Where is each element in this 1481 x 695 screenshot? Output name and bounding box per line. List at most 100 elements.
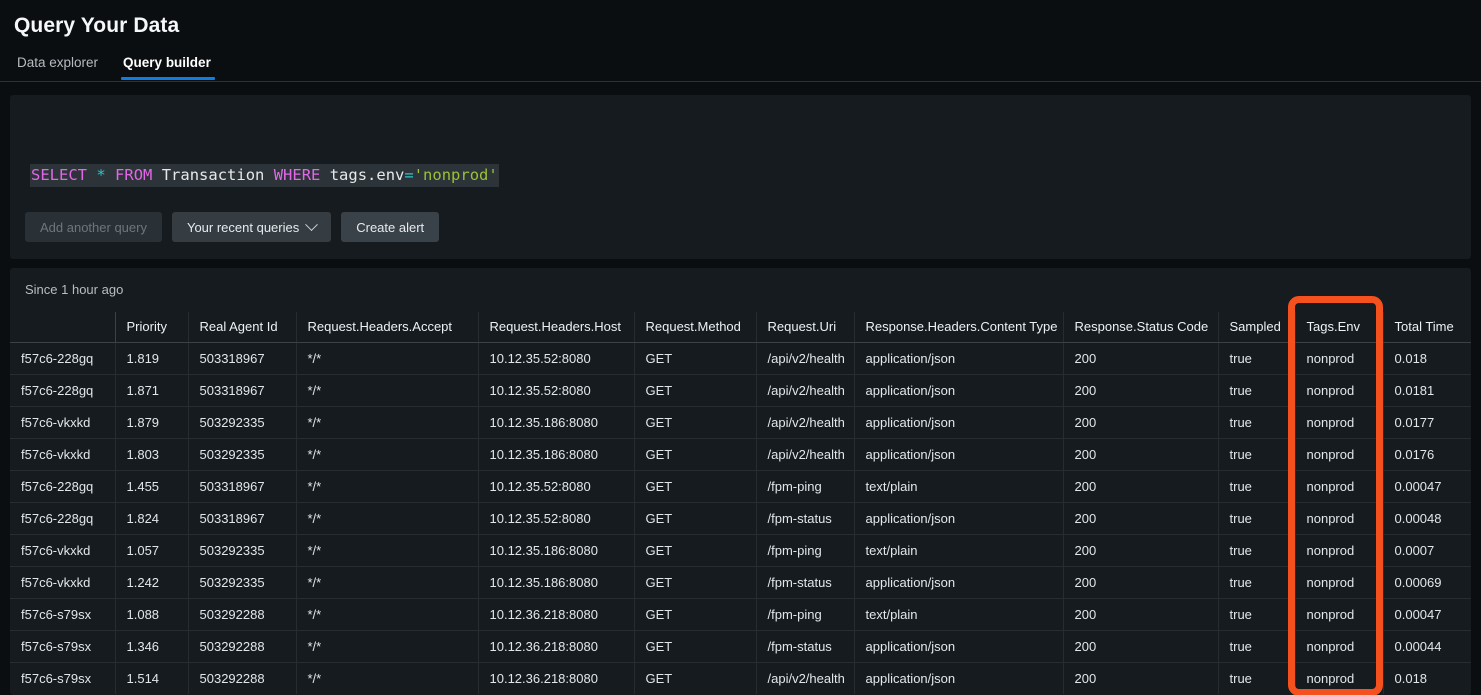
app-root: Query Your Data Data explorer Query buil… [0, 0, 1481, 695]
table-cell: 10.12.35.52:8080 [478, 342, 635, 375]
query-token-keyword: WHERE [273, 166, 321, 184]
table-cell: */* [296, 662, 479, 694]
table-cell: */* [296, 630, 479, 663]
table-cell: true [1218, 662, 1296, 694]
table-cell: true [1218, 566, 1296, 599]
table-cell: nonprod [1295, 662, 1384, 694]
table-cell: 1.088 [115, 598, 189, 631]
column-header-total-time[interactable]: Total Time [1383, 312, 1471, 343]
table-cell: /api/v2/health [756, 438, 855, 471]
table-cell: f57c6-228gq [10, 470, 116, 503]
table-cell: 503292335 [188, 438, 297, 471]
table-cell: 1.242 [115, 566, 189, 599]
table-row[interactable]: f57c6-vkxkd 1.057 503292335 */* 10.12.35.186… [10, 534, 1471, 567]
query-actions: Add another query Your recent queries Cr… [25, 212, 440, 242]
table-row[interactable]: f57c6-228gq 1.824 503318967 */* 10.12.35.52:… [10, 502, 1471, 535]
table-cell: f57c6-s79sx [10, 662, 116, 694]
table-cell: */* [296, 406, 479, 439]
table-cell: 503292288 [188, 662, 297, 694]
column-header-priority[interactable]: Priority [115, 312, 189, 343]
recent-queries-button[interactable]: Your recent queries [171, 212, 332, 242]
table-row[interactable]: f57c6-vkxkd 1.803 503292335 */* 10.12.35.186… [10, 438, 1471, 471]
table-cell: 200 [1063, 406, 1219, 439]
table-cell: f57c6-228gq [10, 342, 116, 375]
column-header-tags-env[interactable]: Tags.Env [1295, 312, 1384, 343]
table-row[interactable]: f57c6-s79sx 1.088 503292288 */* 10.12.36.218… [10, 598, 1471, 631]
query-token-plain [106, 166, 115, 184]
table-cell: 200 [1063, 502, 1219, 535]
add-another-query-button[interactable]: Add another query [25, 212, 162, 242]
query-token-string: 'nonprod' [413, 166, 498, 184]
column-header-response-headers-content-type[interactable]: Response.Headers.Content Type [854, 312, 1064, 343]
tab-data-explorer[interactable]: Data explorer [17, 55, 112, 79]
table-cell: GET [634, 662, 757, 694]
table-row[interactable]: f57c6-s79sx 1.346 503292288 */* 10.12.36.218… [10, 630, 1471, 663]
table-cell: 10.12.35.186:8080 [478, 406, 635, 439]
table-cell: 0.018 [1383, 342, 1471, 375]
table-cell: /api/v2/health [756, 342, 855, 375]
table-cell: */* [296, 470, 479, 503]
table-cell: true [1218, 406, 1296, 439]
table-row[interactable]: f57c6-s79sx 1.514 503292288 */* 10.12.36.218… [10, 662, 1471, 694]
table-cell: application/json [854, 630, 1064, 663]
table-cell: nonprod [1295, 630, 1384, 663]
table-cell: true [1218, 502, 1296, 535]
results-table-wrapper: Priority Real Agent Id Request.Headers.Acc… [10, 312, 1471, 694]
column-header-request-headers-host[interactable]: Request.Headers.Host [478, 312, 635, 343]
column-header-request-method[interactable]: Request.Method [634, 312, 757, 343]
table-cell: 10.12.35.186:8080 [478, 438, 635, 471]
table-cell: /fpm-ping [756, 598, 855, 631]
results-table: Priority Real Agent Id Request.Headers.Acc… [10, 312, 1471, 694]
table-cell: true [1218, 342, 1296, 375]
column-header-blank[interactable] [10, 312, 116, 343]
table-cell: 503292335 [188, 406, 297, 439]
create-alert-button[interactable]: Create alert [341, 212, 440, 242]
table-cell: nonprod [1295, 374, 1384, 407]
chevron-down-icon [305, 217, 319, 231]
table-cell: 10.12.35.52:8080 [478, 502, 635, 535]
column-header-request-uri[interactable]: Request.Uri [756, 312, 855, 343]
table-row[interactable]: f57c6-228gq 1.871 503318967 */* 10.12.35.52:… [10, 374, 1471, 407]
query-token-plain [87, 166, 96, 184]
column-header-sampled[interactable]: Sampled [1218, 312, 1296, 343]
table-cell: GET [634, 630, 757, 663]
table-cell: 0.0007 [1383, 534, 1471, 567]
table-cell: /api/v2/health [756, 406, 855, 439]
table-cell: /fpm-status [756, 630, 855, 663]
table-cell: application/json [854, 662, 1064, 694]
column-header-response-status-code[interactable]: Response.Status Code [1063, 312, 1219, 343]
column-header-real-agent-id[interactable]: Real Agent Id [188, 312, 297, 343]
table-cell: GET [634, 566, 757, 599]
table-row[interactable]: f57c6-vkxkd 1.879 503292335 */* 10.12.35.186… [10, 406, 1471, 439]
tab-query-builder[interactable]: Query builder [121, 55, 225, 80]
table-cell: 10.12.36.218:8080 [478, 662, 635, 694]
table-cell: nonprod [1295, 534, 1384, 567]
query-token-identifier: tags.env [329, 166, 405, 184]
table-cell: 10.12.35.52:8080 [478, 470, 635, 503]
table-cell: text/plain [854, 470, 1064, 503]
table-cell: f57c6-s79sx [10, 630, 116, 663]
query-input[interactable]: SELECT * FROM Transaction WHERE tags.env… [30, 164, 499, 187]
query-token-plain [320, 166, 329, 184]
table-cell: true [1218, 598, 1296, 631]
table-cell: nonprod [1295, 470, 1384, 503]
column-header-request-headers-accept[interactable]: Request.Headers.Accept [296, 312, 479, 343]
table-cell: /api/v2/health [756, 374, 855, 407]
table-cell: /fpm-ping [756, 534, 855, 567]
table-cell: f57c6-s79sx [10, 598, 116, 631]
table-cell: 503292288 [188, 598, 297, 631]
table-cell: /fpm-status [756, 502, 855, 535]
table-cell: 0.00047 [1383, 598, 1471, 631]
query-token-plain [264, 166, 273, 184]
table-cell: GET [634, 406, 757, 439]
table-row[interactable]: f57c6-228gq 1.819 503318967 */* 10.12.35.52:… [10, 342, 1471, 375]
table-head: Priority Real Agent Id Request.Headers.Acc… [10, 312, 1471, 343]
table-cell: true [1218, 438, 1296, 471]
table-cell: 1.871 [115, 374, 189, 407]
table-row[interactable]: f57c6-vkxkd 1.242 503292335 */* 10.12.35.186… [10, 566, 1471, 599]
table-cell: f57c6-vkxkd [10, 566, 116, 599]
table-row[interactable]: f57c6-228gq 1.455 503318967 */* 10.12.35.52:… [10, 470, 1471, 503]
table-cell: 200 [1063, 438, 1219, 471]
table-cell: 503318967 [188, 342, 297, 375]
table-cell: true [1218, 630, 1296, 663]
